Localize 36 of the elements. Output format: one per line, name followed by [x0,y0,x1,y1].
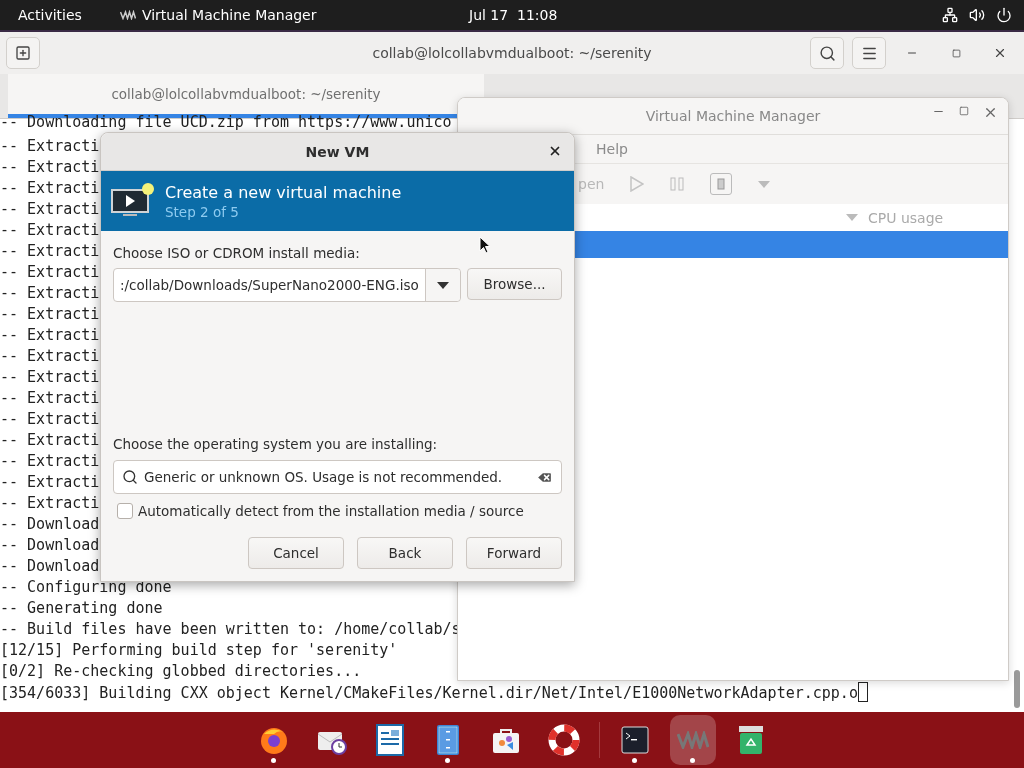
field-label: Choose the operating system you are installing: [113,436,439,452]
terminal-line: -- Extracti [0,430,100,451]
terminal-line: -- Extracti [0,157,100,178]
terminal-line: [12/15] Performing build step for 'serenity' [0,640,398,661]
terminal-line: -- Extracti [0,367,100,388]
banner-title: Create a new virtual machine [165,182,402,202]
dialog-title: New VM [305,143,370,160]
terminal-line: -- Extracti [0,283,100,304]
terminal-line: -- Generating done [0,598,163,619]
terminal-line: -- Extracti [0,451,100,472]
terminal-line: -- Extracti [0,346,100,367]
terminal-line: -- Downloading file UCD.zip from https://www.unico [0,115,452,130]
terminal-line: -- Extracti [0,304,100,325]
terminal-line: -- Extracti [0,409,100,430]
terminal-line: -- Extracti [0,241,100,262]
terminal-line: -- Extracti [0,136,100,157]
terminal-line: [354/6033] Building CXX object Kernel/CMakeFiles/Kernel.dir/Net/Intel/E1000NetworkAdapter.cpp.o [0,684,858,702]
step-indicator: Step 2 of 5 [165,203,240,220]
terminal-line: -- Download [0,556,100,577]
terminal-line: -- Build files have been written to: /home/collab/s [0,619,461,640]
terminal-line: -- Extracti [0,262,100,283]
checkbox-label: Automatically detect from the installation media / source [138,503,524,519]
terminal-line: -- Download [0,514,100,535]
terminal-line: -- Extracti [0,178,100,199]
terminal-line: -- Extracti [0,493,100,514]
terminal-line: -- Configuring done [0,577,172,598]
window-title: Virtual Machine Manager [645,108,821,124]
terminal-line: -- Extracti [0,220,100,241]
window-title: collab@lolcollabvmdualboot: ~/serenity [372,45,652,61]
terminal-line: [0/2] Re-checking globbed directories... [0,661,362,682]
terminal-line: -- Extracti [0,388,100,409]
terminal-line: -- Download [0,535,100,556]
field-label: Choose ISO or CDROM install media: [113,245,361,261]
terminal-line: -- Extracti [0,199,100,220]
terminal-line: -- Extracti [0,472,100,493]
terminal-line: -- Extracti [0,325,100,346]
